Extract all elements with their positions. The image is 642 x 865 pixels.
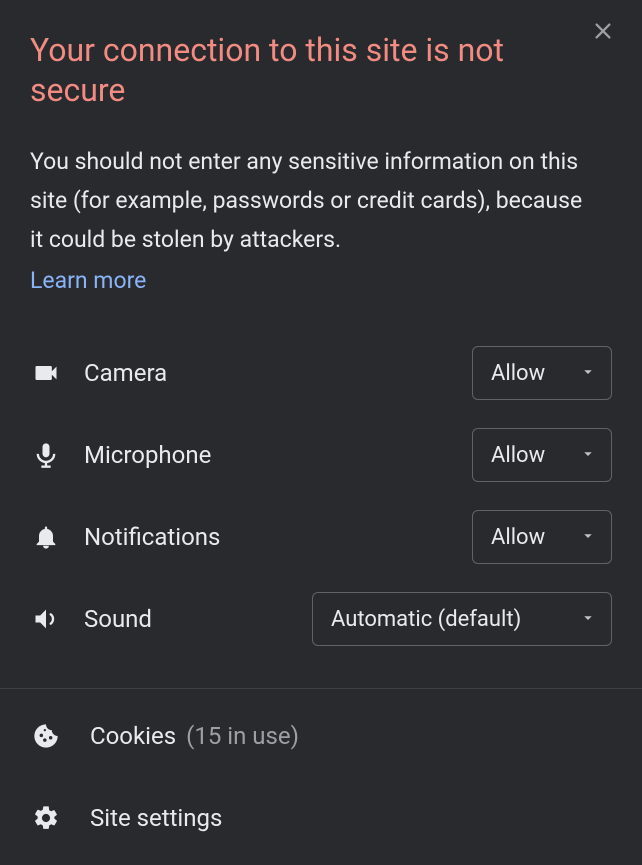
- permission-label: Sound: [84, 605, 312, 633]
- select-value: Automatic (default): [331, 607, 521, 632]
- header: Your connection to this site is not secu…: [0, 0, 642, 294]
- chevron-down-icon: [579, 362, 597, 387]
- permissions-list: Camera Allow Microphone Allow Notificati…: [0, 294, 642, 670]
- learn-more-link[interactable]: Learn more: [30, 267, 146, 294]
- site-settings-label: Site settings: [90, 804, 222, 832]
- select-value: Allow: [491, 361, 545, 386]
- camera-select[interactable]: Allow: [472, 346, 612, 400]
- notifications-select[interactable]: Allow: [472, 510, 612, 564]
- select-value: Allow: [491, 525, 545, 550]
- chevron-down-icon: [579, 608, 597, 633]
- select-value: Allow: [491, 443, 545, 468]
- close-button[interactable]: [588, 18, 618, 48]
- cookie-icon: [30, 720, 62, 752]
- site-settings-row[interactable]: Site settings: [30, 777, 612, 859]
- permission-row-microphone: Microphone Allow: [30, 414, 612, 496]
- site-info-popup: Your connection to this site is not secu…: [0, 0, 642, 864]
- security-title: Your connection to this site is not secu…: [30, 30, 570, 110]
- security-description: You should not enter any sensitive infor…: [30, 142, 590, 259]
- sound-icon: [30, 603, 62, 635]
- gear-icon: [30, 802, 62, 834]
- microphone-select[interactable]: Allow: [472, 428, 612, 482]
- cookies-row[interactable]: Cookies (15 in use): [30, 695, 612, 777]
- camera-icon: [30, 357, 62, 389]
- microphone-icon: [30, 439, 62, 471]
- footer: Cookies (15 in use) Site settings: [0, 689, 642, 865]
- permission-label: Camera: [84, 359, 472, 387]
- permission-row-camera: Camera Allow: [30, 332, 612, 414]
- permission-label: Microphone: [84, 441, 472, 469]
- chevron-down-icon: [579, 444, 597, 469]
- close-icon: [592, 20, 614, 46]
- permission-row-notifications: Notifications Allow: [30, 496, 612, 578]
- chevron-down-icon: [579, 526, 597, 551]
- sound-select[interactable]: Automatic (default): [312, 592, 612, 646]
- permission-row-sound: Sound Automatic (default): [30, 578, 612, 660]
- notifications-icon: [30, 521, 62, 553]
- cookies-label: Cookies: [90, 722, 176, 750]
- cookies-count: (15 in use): [186, 722, 299, 750]
- permission-label: Notifications: [84, 523, 472, 551]
